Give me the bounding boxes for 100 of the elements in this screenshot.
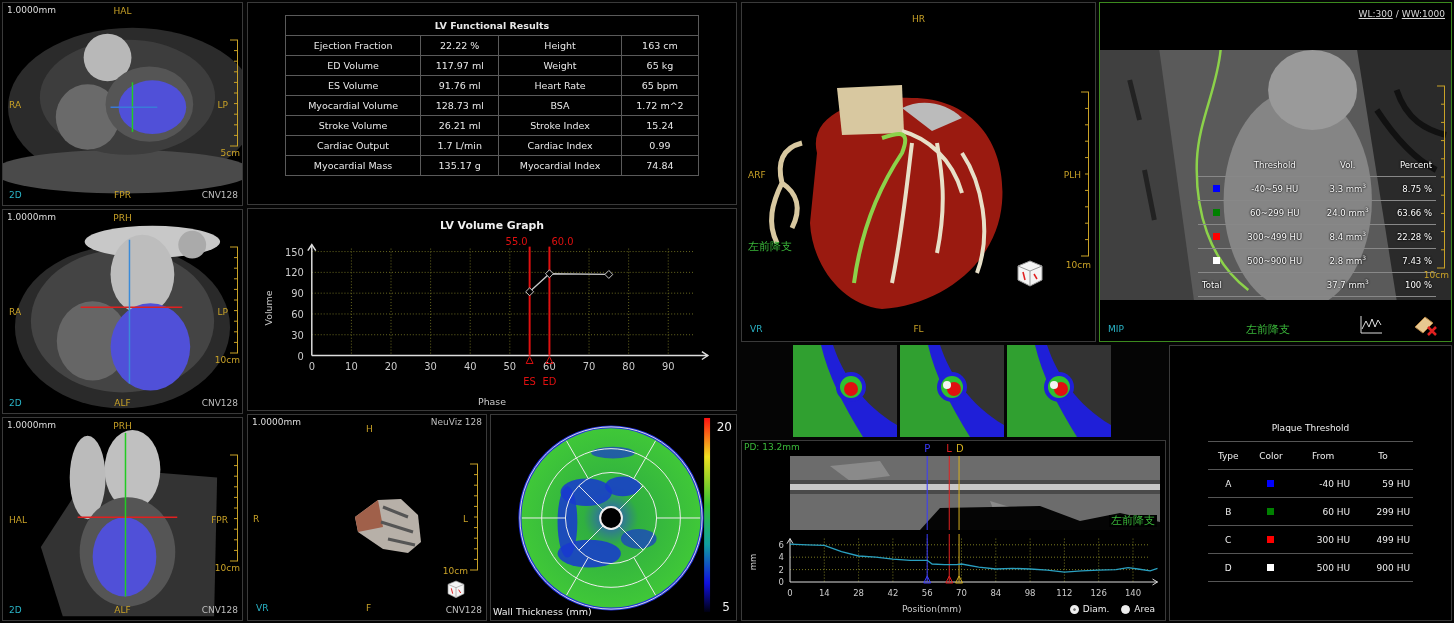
marker-value-label: 60.0 — [551, 235, 574, 247]
slice-spacing-label: 1.0000mm — [7, 420, 57, 431]
orientation-label: F — [366, 604, 372, 614]
axis-title: mm — [748, 553, 758, 571]
axis-title: Position(mm) — [902, 604, 962, 614]
orientation-label: FPR — [114, 191, 131, 202]
row-header: Myocardial Mass — [285, 155, 421, 176]
table-title: Plaque Threshold — [1208, 414, 1413, 442]
orientation-label: RA — [9, 308, 22, 319]
orientation-label: LP — [217, 308, 228, 319]
table-cell: 500~900 HU — [1234, 248, 1316, 273]
column-header: Type — [1208, 441, 1249, 470]
table-cell: 500 HU — [1293, 553, 1354, 582]
table-cell: 63.66 % — [1380, 200, 1436, 225]
orientation-label: PRH — [113, 214, 132, 225]
table-cell: 22.22 % — [420, 35, 499, 56]
table-cell: 24.0 mm$^{3}$ — [1315, 200, 1381, 225]
table-cell: 65 kg — [621, 55, 699, 76]
row-header: Cardiac Output — [285, 135, 421, 156]
column-header: Threshold — [1234, 153, 1316, 177]
axis-tick-label: 50 — [503, 361, 517, 373]
ruler-label: 10cm — [214, 563, 240, 574]
axis-tick-label: 70 — [582, 361, 596, 373]
orientation-label: ARF — [748, 171, 766, 181]
row-header: ED Volume — [285, 55, 421, 76]
scale-min-label: 5 — [722, 600, 730, 614]
table-cell: 22.28 % — [1380, 224, 1436, 249]
vessel-label: 左前降支 — [1109, 515, 1157, 528]
vessel-label: 左前降支 — [748, 241, 792, 254]
axis-tick-label: 2 — [778, 564, 784, 575]
row-header: Myocardial Volume — [285, 95, 421, 116]
marker-label: P — [924, 443, 931, 454]
axis-tick-label: 98 — [1024, 588, 1036, 598]
table-cell: 0.99 — [621, 135, 699, 156]
view-mode-label: 2D — [9, 606, 22, 616]
marker-label: L — [946, 443, 952, 454]
ruler-label: 10cm — [1065, 261, 1091, 271]
axis-tick-label: 150 — [285, 246, 304, 258]
slice-spacing-label: 1.0000mm — [252, 418, 302, 428]
table-cell: 499 HU — [1353, 525, 1413, 554]
axis-tick-label: 10 — [345, 361, 358, 373]
orientation-label: H — [366, 425, 373, 435]
orientation-label: PLH — [1063, 171, 1081, 181]
view-mode-label: 2D — [9, 191, 22, 202]
axis-tick-label: 120 — [285, 267, 304, 279]
ruler-label: 10cm — [442, 567, 468, 577]
slice-spacing-label: 1.0000mm — [7, 6, 57, 16]
orientation-label: HAL — [113, 7, 132, 17]
axis-tick-label: 56 — [921, 588, 933, 598]
diameter-label: PD: 13.2mm — [744, 443, 800, 453]
axis-tick-label: 0 — [778, 577, 784, 587]
table-cell: 8.75 % — [1380, 176, 1436, 201]
view-mode-label: VR — [256, 604, 269, 614]
axis-tick-label: 42 — [887, 588, 899, 598]
table-cell: 3.3 mm$^{3}$ — [1315, 176, 1381, 201]
table-cell: 300 HU — [1293, 525, 1354, 554]
row-header: Weight — [498, 55, 622, 76]
row-header: BSA — [498, 95, 622, 116]
view-mode-label: 2D — [9, 398, 22, 409]
table-cell: 300~499 HU — [1234, 224, 1316, 249]
orientation-label: R — [253, 515, 260, 525]
column-header: Color — [1248, 441, 1294, 470]
orientation-label: PRH — [113, 421, 132, 432]
orientation-label: ALF — [114, 398, 131, 409]
table-cell: B — [1208, 497, 1249, 526]
axis-tick-label: 20 — [384, 361, 398, 373]
table-cell: 900 HU — [1353, 553, 1413, 582]
column-header: To — [1353, 441, 1413, 470]
separator-text: / — [1395, 9, 1399, 19]
axis-tick-label: 30 — [424, 361, 437, 373]
axis-tick-label: 90 — [661, 361, 675, 373]
table-cell: A — [1208, 469, 1249, 498]
phase-label: ED — [542, 376, 557, 388]
axis-tick-label: 40 — [463, 361, 477, 373]
axis-tick-label: 90 — [291, 288, 304, 300]
phase-label: ES — [523, 376, 536, 388]
row-header: ES Volume — [285, 75, 421, 96]
scale-max-label: 20 — [716, 421, 732, 435]
scanner-label: CNV128 — [201, 191, 238, 202]
table-cell: 37.7 mm$^{3}$ — [1315, 272, 1381, 297]
axis-tick-label: 6 — [778, 539, 784, 550]
column-header: Percent — [1380, 153, 1436, 177]
marker-value-label: 55.0 — [505, 235, 528, 247]
column-header: From — [1293, 441, 1354, 470]
orientation-label: RA — [9, 101, 22, 111]
table-cell: -40 HU — [1293, 469, 1354, 498]
table-cell: 60 HU — [1293, 497, 1354, 526]
table-cell: 91.76 ml — [420, 75, 499, 96]
row-header: Myocardial Index — [498, 155, 622, 176]
ruler-label: 10cm — [1423, 271, 1449, 281]
axis-title: Phase — [478, 396, 506, 408]
axis-tick-label: 140 — [1124, 588, 1142, 598]
chart-title: LV Volume Graph — [440, 218, 544, 232]
map-caption: Wall Thickness (mm) — [493, 606, 592, 617]
table-cell: C — [1208, 525, 1249, 554]
scanner-label: CNV128 — [201, 606, 238, 616]
axis-tick-label: 80 — [622, 361, 635, 373]
orientation-label: FPR — [211, 515, 228, 526]
axis-tick-label: 70 — [956, 588, 967, 598]
axis-tick-label: 14 — [818, 588, 830, 598]
